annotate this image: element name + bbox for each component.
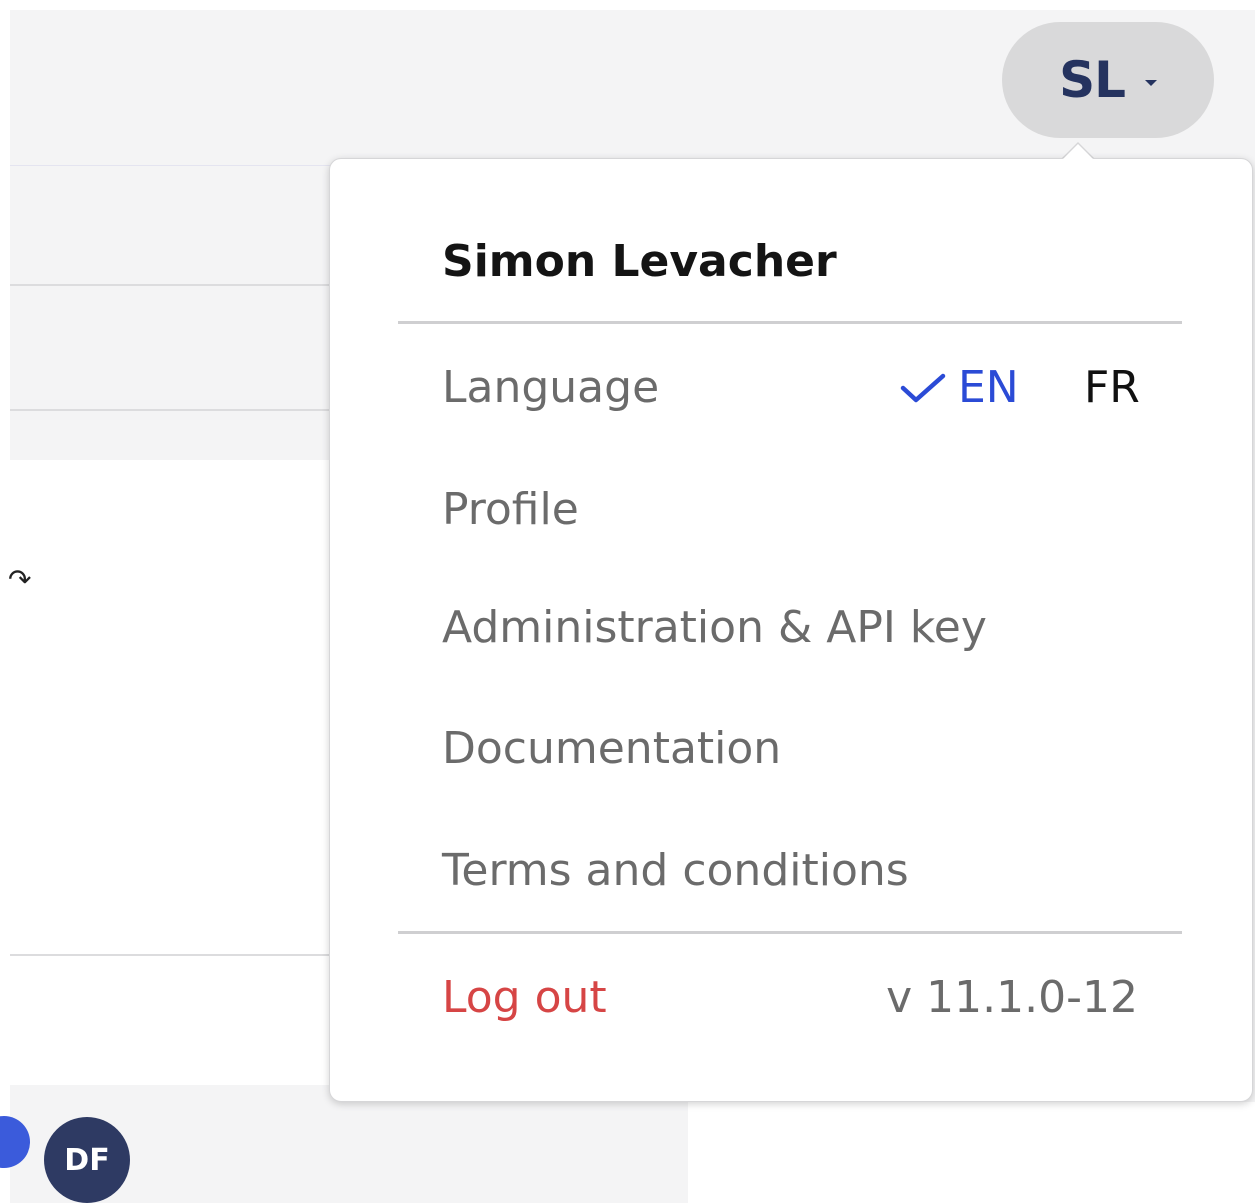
check-icon xyxy=(900,374,946,403)
menu-item-administration[interactable]: Administration & API key xyxy=(442,602,987,655)
avatar[interactable]: DF xyxy=(44,1117,130,1203)
menu-item-terms[interactable]: Terms and conditions xyxy=(442,845,909,898)
avatar-initials: DF xyxy=(64,1142,110,1178)
caret-down-icon xyxy=(1144,80,1157,86)
page-top-band xyxy=(0,0,1255,10)
user-name: Simon Levacher xyxy=(442,236,837,287)
background-content-card xyxy=(10,460,330,1085)
user-initials: SL xyxy=(1059,51,1126,109)
page-left-edge xyxy=(0,0,10,1203)
menu-divider xyxy=(398,931,1182,934)
background-bottom-area xyxy=(688,1102,1255,1203)
dropdown-pointer-fill xyxy=(1062,144,1094,160)
menu-item-profile[interactable]: Profile xyxy=(442,484,579,537)
avatar[interactable] xyxy=(0,1116,30,1168)
language-option-en[interactable]: EN xyxy=(900,362,1019,415)
logout-button[interactable]: Log out xyxy=(442,972,607,1025)
language-label: Language xyxy=(442,362,660,413)
language-option-label: EN xyxy=(958,362,1019,413)
menu-divider xyxy=(398,321,1182,324)
menu-item-documentation[interactable]: Documentation xyxy=(442,723,781,776)
version-label: v 11.1.0-12 xyxy=(886,972,1138,1023)
background-panel xyxy=(10,165,340,411)
background-divider xyxy=(10,954,330,956)
background-partial-text: ↷ xyxy=(8,563,32,596)
language-option-fr[interactable]: FR xyxy=(1084,362,1140,415)
background-divider xyxy=(10,284,330,286)
language-option-label: FR xyxy=(1084,362,1140,413)
background-divider xyxy=(10,409,330,411)
user-menu-button[interactable]: SL xyxy=(1002,22,1214,138)
